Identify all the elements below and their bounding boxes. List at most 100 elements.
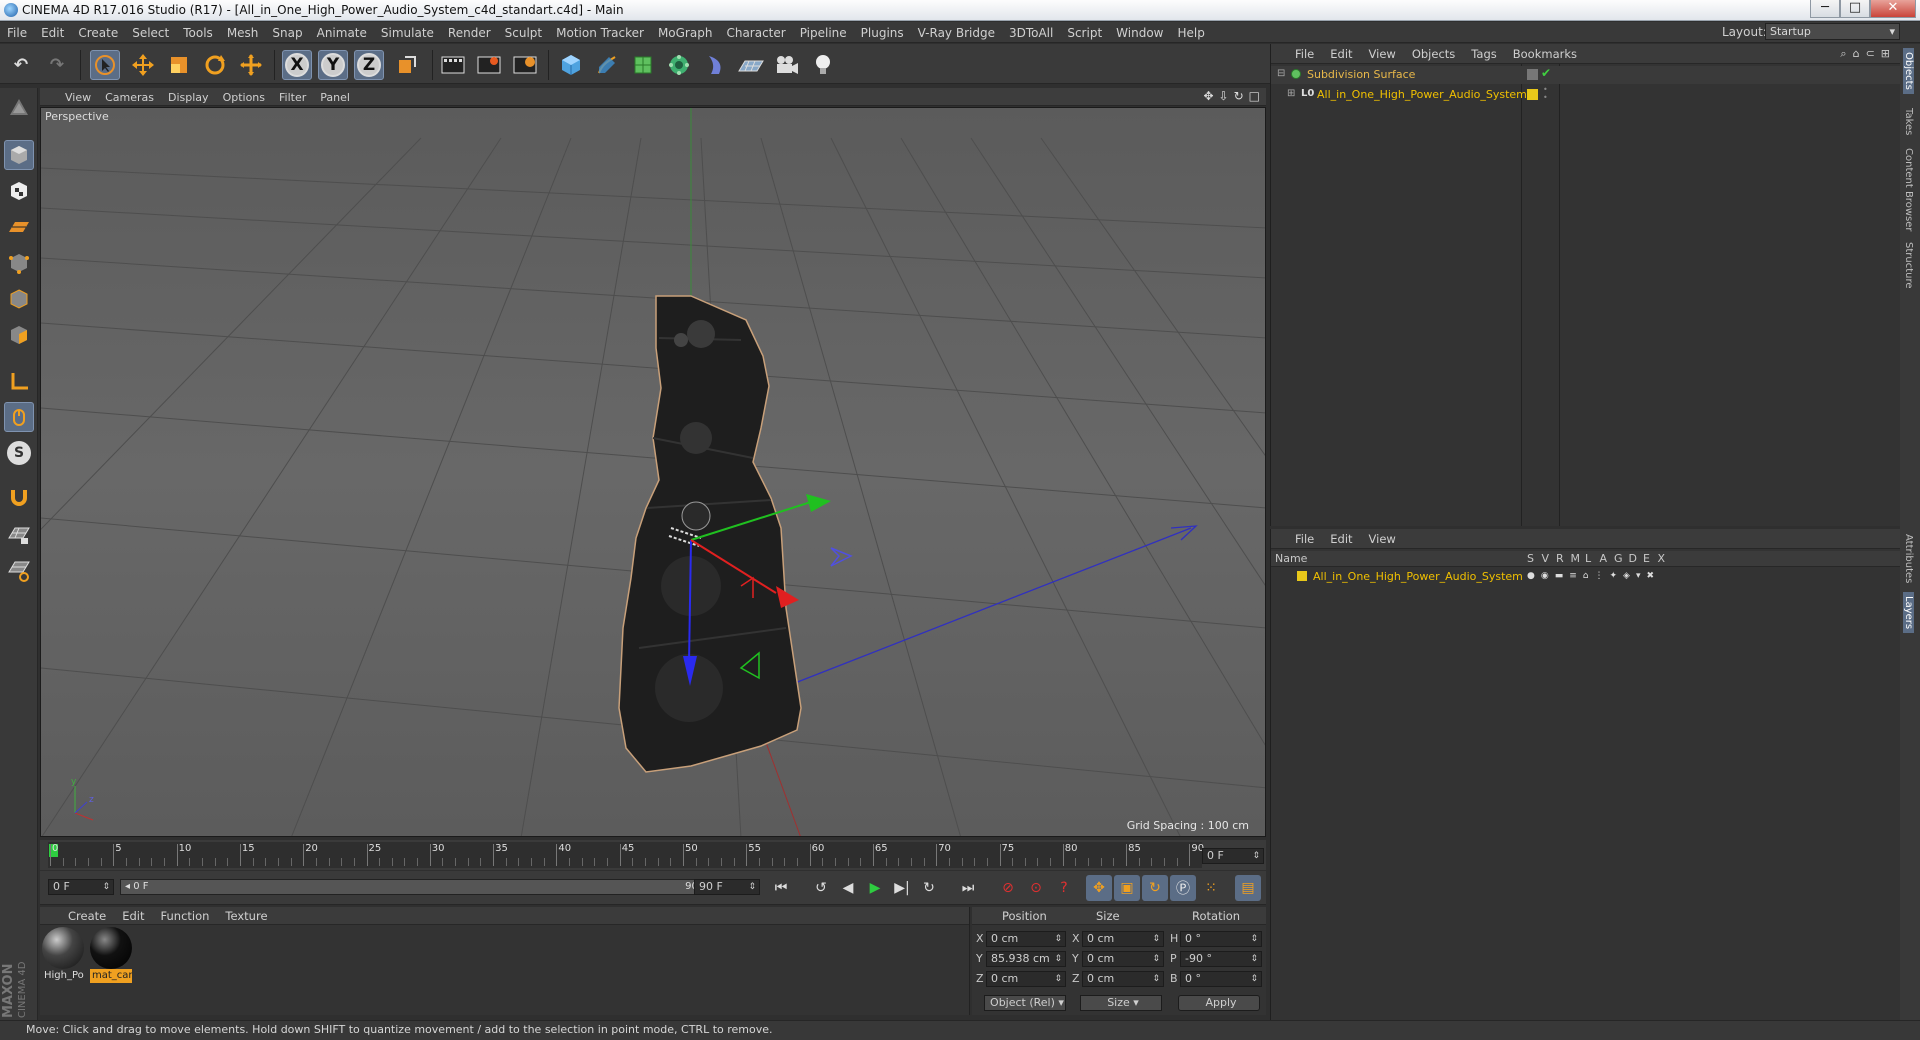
transform-icon[interactable]	[236, 50, 266, 80]
sculpt-mode-icon[interactable]	[4, 92, 34, 122]
menu-sculpt[interactable]: Sculpt	[498, 26, 549, 40]
tab-content-browser[interactable]: Content Browser	[1903, 148, 1914, 231]
menu-character[interactable]: Character	[719, 26, 792, 40]
expressions-icon[interactable]: ▾	[1636, 571, 1641, 581]
menu-3dtoall[interactable]: 3DToAll	[1002, 26, 1060, 40]
world-coords-icon[interactable]	[392, 50, 422, 80]
layer-column-s[interactable]: S	[1527, 552, 1534, 565]
viewport-menu-panel[interactable]: Panel	[313, 91, 357, 104]
layer-column-a[interactable]: A	[1600, 552, 1608, 565]
menu-help[interactable]: Help	[1170, 26, 1211, 40]
layer-color-tag[interactable]	[1527, 89, 1538, 100]
key-pla-icon[interactable]: ⁙	[1198, 875, 1224, 901]
undo-icon[interactable]: ↶	[6, 50, 36, 80]
layer-menu-edit[interactable]: Edit	[1322, 532, 1360, 546]
expand-icon[interactable]: ⊟	[1277, 68, 1285, 79]
rotation-b-field[interactable]: 0 °	[1180, 971, 1262, 987]
material-menu-edit[interactable]: Edit	[114, 909, 152, 923]
start-frame-field[interactable]: 0 F	[48, 879, 114, 895]
orbit-view-icon[interactable]: ↻	[1234, 89, 1244, 103]
render-icon[interactable]: ▬	[1555, 571, 1564, 581]
lock-icon[interactable]: ⌂	[1583, 571, 1589, 581]
menu-mograph[interactable]: MoGraph	[651, 26, 720, 40]
visibility-icon[interactable]	[1527, 69, 1538, 80]
render-picture-viewer-icon[interactable]	[474, 50, 504, 80]
render-view-icon[interactable]	[438, 50, 468, 80]
size-mode-dropdown[interactable]: Size ▾	[1080, 995, 1162, 1011]
grid-snap-icon[interactable]	[4, 556, 34, 586]
rotation-p-field[interactable]: -90 °	[1180, 951, 1262, 967]
xref-icon[interactable]: ✖	[1647, 571, 1655, 581]
key-rotation-icon[interactable]: ↻	[1142, 875, 1168, 901]
position-z-field[interactable]: 0 cm	[986, 971, 1066, 987]
play-icon[interactable]: ▶	[862, 875, 888, 901]
deformer-icon[interactable]	[700, 50, 730, 80]
enabled-check-icon[interactable]: ✔	[1541, 66, 1551, 80]
pen-icon[interactable]	[592, 50, 622, 80]
view-icon[interactable]: ◉	[1541, 571, 1549, 581]
manager-icon[interactable]: ≡	[1569, 571, 1577, 581]
polygons-mode-icon[interactable]	[4, 320, 34, 350]
record-active-icon[interactable]: ⊘	[995, 875, 1021, 901]
edit-render-settings-icon[interactable]	[510, 50, 540, 80]
goto-end-icon[interactable]: ⏭	[955, 875, 981, 901]
new-window-icon[interactable]: ⊞	[1881, 47, 1890, 61]
close-button[interactable]: ✕	[1870, 0, 1916, 18]
menu-script[interactable]: Script	[1060, 26, 1109, 40]
lock-x-icon[interactable]: X	[282, 50, 312, 80]
viewport-menu-cameras[interactable]: Cameras	[98, 91, 161, 104]
keyframe-selection-icon[interactable]: ?	[1051, 875, 1077, 901]
autokey-icon[interactable]: ⊙	[1023, 875, 1049, 901]
viewport-menu-display[interactable]: Display	[161, 91, 216, 104]
object-row-audio-system[interactable]: ⊞ L0 All_in_One_High_Power_Audio_System …	[1271, 86, 1901, 104]
size-x-field[interactable]: 0 cm	[1082, 931, 1164, 947]
layer-column-l[interactable]: L	[1585, 552, 1591, 565]
size-y-field[interactable]: 0 cm	[1082, 951, 1164, 967]
coordinate-mode-dropdown[interactable]: Object (Rel) ▾	[984, 995, 1066, 1011]
object-menu-bookmarks[interactable]: Bookmarks	[1505, 47, 1585, 61]
visibility-dots-icon[interactable]: • •	[1543, 86, 1548, 102]
rotation-h-field[interactable]: 0 °	[1180, 931, 1262, 947]
prev-key-icon[interactable]: ↺	[808, 875, 834, 901]
workplane-lock-icon[interactable]	[4, 520, 34, 550]
end-frame-field[interactable]: 90 F	[694, 879, 760, 895]
camera-icon[interactable]	[772, 50, 802, 80]
snap-icon[interactable]: S	[4, 438, 34, 468]
zoom-view-icon[interactable]: ⇩	[1219, 89, 1229, 103]
layer-menu-file[interactable]: File	[1287, 532, 1322, 546]
object-menu-edit[interactable]: Edit	[1322, 47, 1360, 61]
layer-row[interactable]: All_in_One_High_Power_Audio_System ● ◉ ▬…	[1271, 569, 1901, 585]
goto-start-icon[interactable]: ⏮	[768, 875, 794, 901]
tab-takes[interactable]: Takes	[1903, 108, 1914, 135]
layer-column-x[interactable]: X	[1658, 552, 1666, 565]
edges-mode-icon[interactable]	[4, 284, 34, 314]
viewport-menu-options[interactable]: Options	[216, 91, 272, 104]
menu-select[interactable]: Select	[125, 26, 176, 40]
object-menu-tags[interactable]: Tags	[1463, 47, 1504, 61]
floor-icon[interactable]	[736, 50, 766, 80]
menu-edit[interactable]: Edit	[34, 26, 71, 40]
viewport-menu-view[interactable]: View	[58, 91, 98, 104]
lock-y-icon[interactable]: Y	[318, 50, 348, 80]
menu-window[interactable]: Window	[1109, 26, 1170, 40]
menu-render[interactable]: Render	[441, 26, 498, 40]
select-icon[interactable]	[90, 50, 120, 80]
tab-attributes[interactable]: Attributes	[1903, 534, 1914, 583]
rotate-icon[interactable]	[200, 50, 230, 80]
menu-snap[interactable]: Snap	[265, 26, 309, 40]
menu-v-ray-bridge[interactable]: V-Ray Bridge	[911, 26, 1002, 40]
layer-color-swatch[interactable]	[1297, 571, 1307, 581]
position-y-field[interactable]: 85.938 cm	[986, 951, 1066, 967]
frame-range-slider[interactable]: ◂ 0 F 90 F ▸	[120, 879, 720, 895]
subdivision-icon[interactable]	[628, 50, 658, 80]
texture-mode-icon[interactable]	[4, 176, 34, 206]
key-position-icon[interactable]: ✥	[1086, 875, 1112, 901]
cloner-icon[interactable]	[664, 50, 694, 80]
layer-column-r[interactable]: R	[1556, 552, 1564, 565]
maximize-button[interactable]: □	[1840, 0, 1870, 18]
timeline-window-icon[interactable]: ▤	[1235, 875, 1261, 901]
size-z-field[interactable]: 0 cm	[1082, 971, 1164, 987]
magnet-icon[interactable]	[4, 482, 34, 512]
layer-column-e[interactable]: E	[1643, 552, 1650, 565]
current-frame-field[interactable]: 0 F	[1202, 848, 1264, 864]
